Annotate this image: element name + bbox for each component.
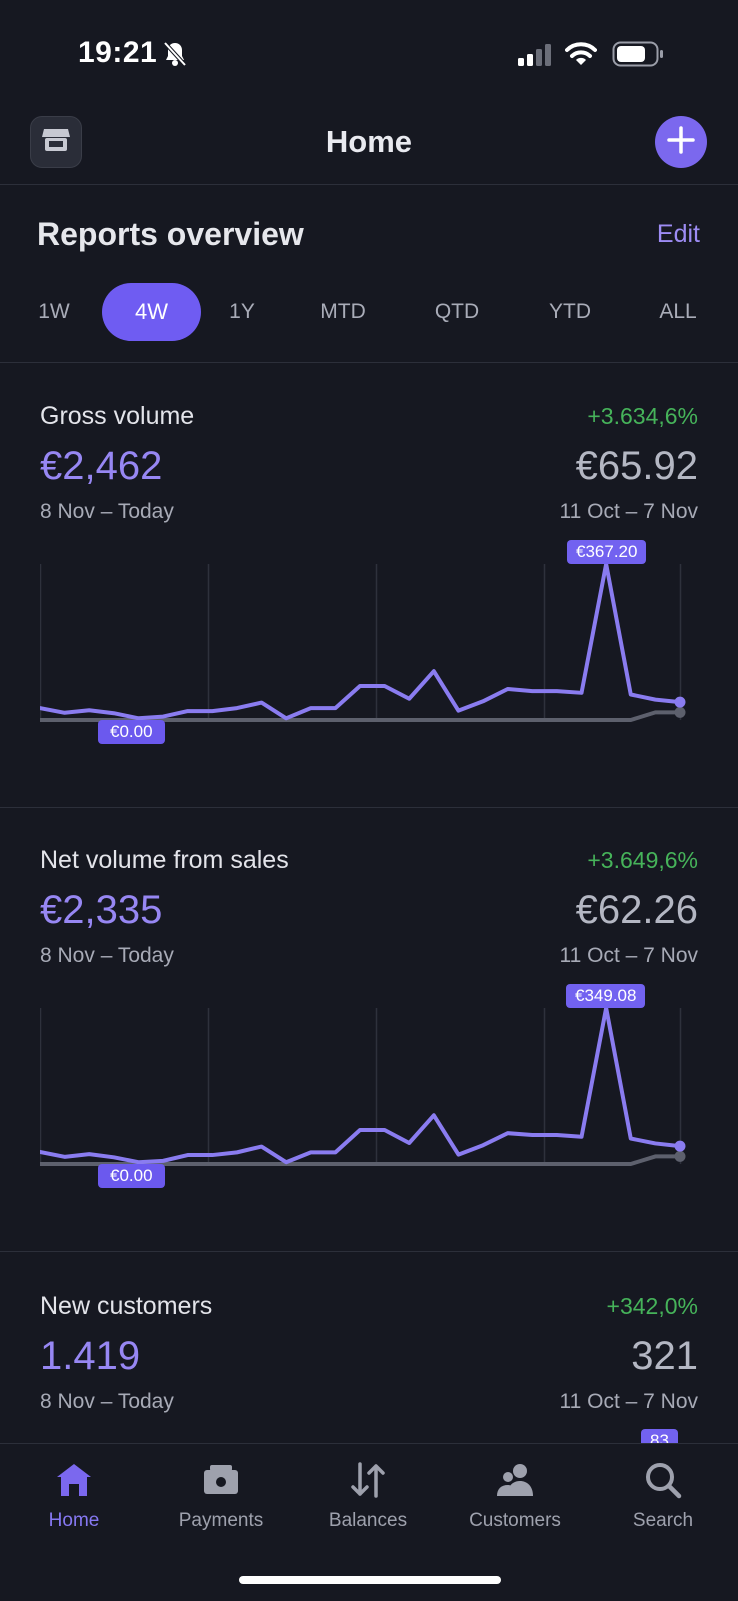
tab-payments[interactable]: Payments: [148, 1458, 294, 1532]
series-end-point: [674, 1150, 686, 1162]
tab-label: Payments: [178, 1510, 264, 1531]
current-value: €2,462: [40, 444, 163, 488]
search-icon: [643, 1460, 683, 1505]
series-end-point: [674, 696, 686, 708]
tab-label: Customers: [469, 1510, 561, 1531]
card-title: New customers: [40, 1292, 213, 1320]
signal-icon: [518, 44, 554, 71]
page-title: Home: [325, 124, 413, 159]
range-ytd[interactable]: YTD: [532, 283, 608, 341]
series-line-current: [40, 1006, 682, 1165]
gross-volume-card[interactable]: Gross volume +3.634,6% €2,462 €65.92 8 N…: [0, 362, 738, 808]
previous-period: 11 Oct – 7 Nov: [559, 944, 698, 967]
range-qtd[interactable]: QTD: [419, 283, 495, 341]
previous-period: 11 Oct – 7 Nov: [559, 1390, 698, 1413]
range-4w[interactable]: 4W: [102, 283, 201, 341]
tab-balances[interactable]: Balances: [295, 1458, 441, 1532]
header-divider: [0, 184, 738, 185]
card-title: Gross volume: [40, 402, 195, 430]
balances-icon: [348, 1460, 388, 1505]
battery-icon: [612, 41, 664, 72]
range-1y[interactable]: 1Y: [212, 283, 272, 341]
net-volume-chart: [40, 1006, 686, 1166]
tab-label: Balances: [328, 1510, 408, 1531]
current-period: 8 Nov – Today: [40, 944, 174, 967]
gross-volume-chart: [40, 562, 686, 722]
silent-bell-icon: [162, 40, 188, 73]
reports-overview-title: Reports overview: [37, 216, 304, 252]
status-time: 19:21: [78, 36, 158, 69]
tab-home[interactable]: Home: [1, 1458, 147, 1532]
payments-icon: [201, 1460, 241, 1505]
series-end-point: [674, 706, 686, 718]
plus-icon: [666, 125, 696, 160]
new-customers-card[interactable]: New customers +342,0% 1.419 321 8 Nov – …: [0, 1252, 738, 1443]
card-title: Net volume from sales: [40, 846, 289, 874]
series-line-current: [40, 562, 682, 721]
min-value-label: €0.00: [98, 720, 165, 744]
change-percent: +3.634,6%: [587, 403, 698, 429]
change-percent: +3.649,6%: [587, 847, 698, 873]
tab-label: Home: [48, 1510, 100, 1531]
range-1w[interactable]: 1W: [24, 283, 84, 341]
range-mtd[interactable]: MTD: [305, 283, 381, 341]
previous-value: €65.92: [575, 444, 698, 488]
previous-value: €62.26: [575, 888, 698, 932]
add-button[interactable]: [655, 116, 707, 168]
range-all[interactable]: ALL: [640, 283, 716, 341]
tab-label: Search: [632, 1510, 694, 1531]
change-percent: +342,0%: [606, 1293, 698, 1319]
tab-search[interactable]: Search: [590, 1458, 736, 1532]
tab-customers[interactable]: Customers: [442, 1458, 588, 1532]
previous-value: 321: [631, 1334, 698, 1378]
net-volume-card[interactable]: Net volume from sales +3.649,6% €2,335 €…: [0, 808, 738, 1252]
series-end-point: [674, 1140, 686, 1152]
range-selector: 1W 4W 1Y MTD QTD YTD ALL: [0, 283, 738, 341]
home-icon: [54, 1460, 94, 1505]
wifi-icon: [565, 41, 597, 72]
max-value-label: 83: [641, 1429, 678, 1443]
customers-icon: [495, 1460, 535, 1505]
current-value: €2,335: [40, 888, 163, 932]
home-indicator: [239, 1576, 501, 1584]
max-value-label: €349.08: [566, 984, 646, 1008]
current-period: 8 Nov – Today: [40, 500, 174, 523]
current-period: 8 Nov – Today: [40, 1390, 174, 1413]
min-value-label: €0.00: [98, 1164, 165, 1188]
previous-period: 11 Oct – 7 Nov: [559, 500, 698, 523]
edit-button[interactable]: Edit: [657, 220, 700, 249]
current-value: 1.419: [40, 1334, 141, 1378]
max-value-label: €367.20: [567, 540, 647, 564]
